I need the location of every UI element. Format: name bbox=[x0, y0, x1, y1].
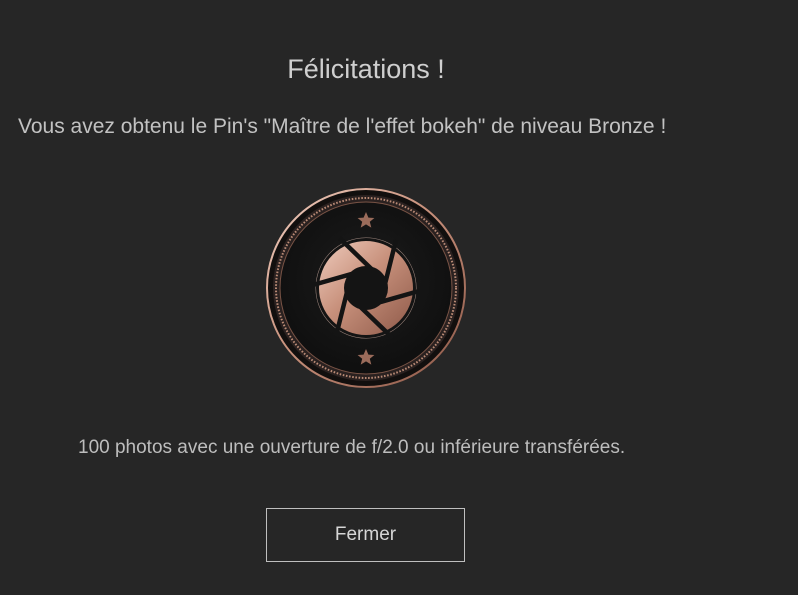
close-button[interactable]: Fermer bbox=[266, 508, 465, 562]
bronze-pin-badge bbox=[266, 188, 466, 388]
achievement-message: Vous avez obtenu le Pin's "Maître de l'e… bbox=[18, 115, 667, 138]
dialog-title: Félicitations ! bbox=[287, 54, 445, 84]
achievement-description: 100 photos avec une ouverture de f/2.0 o… bbox=[78, 437, 626, 458]
